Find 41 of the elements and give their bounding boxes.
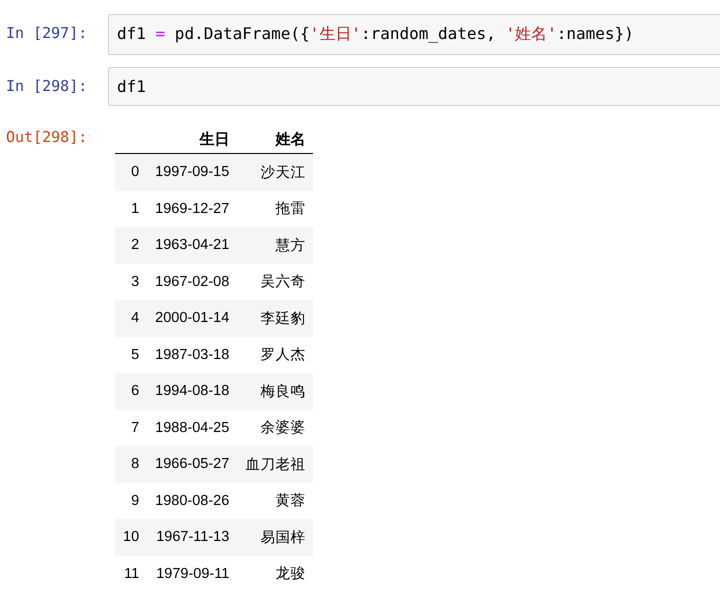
code-cell[interactable]: df1	[108, 67, 720, 106]
code-cell[interactable]: df1 = pd.DataFrame({'生日':random_dates, '姓名':names})	[108, 14, 720, 55]
table-cell: 余婆婆	[237, 410, 314, 446]
table-cell: 2000-01-14	[147, 300, 238, 336]
table-cell: 1963-04-21	[147, 227, 238, 264]
table-cell: 1997-09-15	[147, 154, 238, 190]
table-cell: 1988-04-25	[147, 410, 238, 446]
table-cell: 1987-03-18	[147, 336, 238, 373]
table-cell: 梅良鸣	[237, 373, 314, 410]
table-cell: 1967-11-13	[147, 519, 238, 556]
row-index: 9	[115, 482, 148, 519]
row-index: 11	[115, 556, 148, 592]
table-cell: 罗人杰	[237, 336, 314, 373]
table-cell: 龙骏	[237, 556, 314, 592]
output-prompt: Out[298]:	[5, 127, 88, 146]
table-cell: 1994-08-18	[147, 373, 238, 410]
table-cell: 1967-02-08	[147, 264, 238, 300]
row-index: 1	[115, 190, 148, 227]
row-index: 0	[115, 154, 148, 190]
input-prompt: In [298]:	[5, 76, 88, 95]
table-cell: 1979-09-11	[147, 556, 238, 592]
row-index: 6	[115, 373, 148, 410]
table-cell: 拖雷	[237, 190, 314, 227]
table-cell: 李廷豹	[237, 300, 314, 336]
table-cell: 易国梓	[237, 519, 314, 556]
table-cell: 1966-05-27	[147, 446, 238, 482]
row-index: 4	[115, 300, 148, 336]
table-cell: 血刀老祖	[237, 446, 314, 482]
table-cell: 沙天江	[237, 154, 314, 190]
row-index: 8	[115, 446, 148, 482]
row-index: 10	[115, 519, 148, 556]
row-index: 7	[115, 410, 148, 446]
row-index: 5	[115, 336, 148, 373]
table-cell: 吴六奇	[237, 264, 314, 300]
table-cell: 1980-08-26	[147, 482, 238, 519]
table-cell: 1969-12-27	[147, 190, 238, 227]
row-index: 3	[115, 264, 148, 300]
table-cell: 黄蓉	[237, 482, 314, 519]
input-prompt: In [297]:	[5, 23, 88, 42]
table-cell: 慧方	[237, 227, 314, 264]
row-index: 2	[115, 227, 148, 264]
